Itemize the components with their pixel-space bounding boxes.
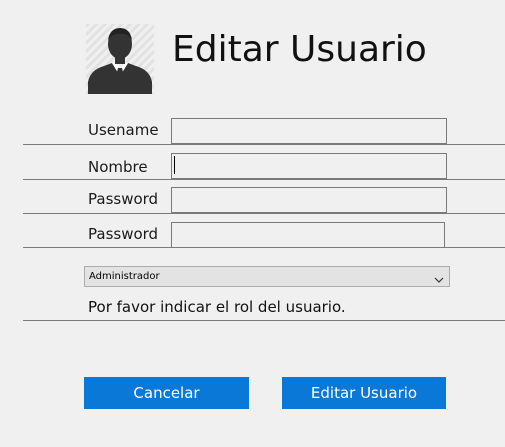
password-label: Password (88, 190, 159, 208)
divider (23, 320, 505, 321)
name-label: Nombre (88, 158, 148, 176)
divider (23, 179, 505, 180)
password-confirm-label: Password (88, 225, 159, 243)
divider (23, 247, 505, 248)
name-input[interactable] (171, 153, 447, 179)
divider (23, 213, 505, 214)
page-title: Editar Usuario (172, 29, 427, 70)
role-select[interactable]: Administrador (84, 266, 450, 287)
password-input[interactable] (171, 187, 447, 213)
user-avatar-icon (86, 24, 154, 94)
username-label: Usename (88, 121, 159, 139)
chevron-down-icon (434, 272, 444, 283)
divider (23, 144, 505, 145)
text-cursor (174, 156, 175, 174)
password-confirm-input[interactable] (171, 222, 445, 248)
cancel-button[interactable]: Cancelar (84, 377, 249, 409)
role-select-value: Administrador (89, 271, 160, 282)
role-hint: Por favor indicar el rol del usuario. (88, 298, 346, 316)
edit-user-button[interactable]: Editar Usuario (282, 377, 446, 409)
username-input[interactable] (171, 118, 447, 144)
